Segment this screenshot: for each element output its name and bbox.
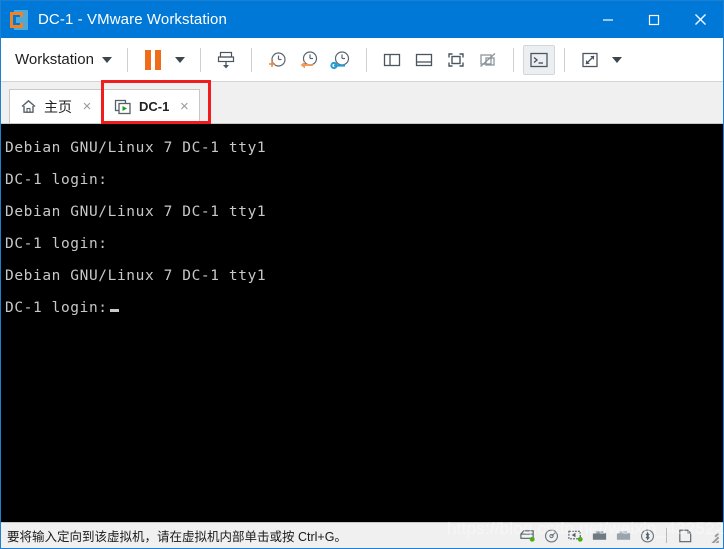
workstation-menu-label: Workstation [15,51,94,68]
toolbar-divider [563,47,565,72]
toolbar-divider [126,47,128,72]
tab-dc1-close-button[interactable]: × [177,99,191,114]
cd-dvd-icon[interactable] [543,528,560,544]
snapshot-new-button[interactable] [261,45,293,75]
fullscreen-icon [448,52,464,67]
terminal-cursor [109,309,119,312]
home-icon [21,99,36,113]
side-panel-icon [383,53,401,66]
stretch-guest-button[interactable] [574,45,606,75]
toolbar-divider [250,47,252,72]
console-line: Debian GNU/Linux 7 DC-1 tty1 [5,268,267,284]
stretch-dropdown-button[interactable] [606,45,628,75]
toolbar-divider [512,47,514,72]
chevron-down-icon [611,56,622,63]
bluetooth-icon[interactable] [639,528,656,544]
tab-dc1[interactable]: DC-1 × [103,89,201,123]
toolbar-divider [199,47,201,72]
sound-card-icon[interactable] [615,528,632,544]
console-prompt-text: DC-1 login: [5,300,108,316]
enter-fullscreen-button[interactable] [440,45,472,75]
window-controls [585,1,723,38]
unity-mode-button[interactable] [472,45,504,75]
title-bar: DC-1 - VMware Workstation [1,1,723,38]
console-view-button[interactable] [522,44,555,75]
tab-bar: 主页 × DC-1 × [1,82,723,124]
vm-console-screen[interactable]: Debian GNU/Linux 7 DC-1 tty1 DC-1 login:… [1,124,723,522]
usb-device-icon[interactable] [591,528,608,544]
pause-vm-button[interactable] [137,45,169,75]
chevron-down-icon [174,56,185,63]
pause-icon [144,49,161,70]
chevron-down-icon [101,56,112,63]
show-thumbnail-bar-button[interactable] [408,45,440,75]
bottom-panel-icon [415,53,433,66]
snapshot-revert-clock-icon [300,50,318,68]
console-prompt-line: DC-1 login: [5,292,723,324]
status-message: 要将输入定向到该虚拟机，请在虚拟机内部单击或按 Ctrl+G。 [7,530,347,544]
workstation-menu-button[interactable]: Workstation [11,47,118,72]
tab-home-close-button[interactable]: × [80,99,94,114]
tab-home-label: 主页 [44,98,72,115]
console-prompt-icon [530,52,548,67]
revert-snapshot-button[interactable] [293,45,325,75]
status-bar: 要将输入定向到该虚拟机，请在虚拟机内部单击或按 Ctrl+G。 [1,522,723,548]
show-library-button[interactable] [376,45,408,75]
resize-grip-icon[interactable] [705,529,719,543]
console-line: DC-1 login: [5,236,108,252]
snapshot-manager-clock-wrench-icon [330,50,350,69]
minimize-button[interactable] [585,1,631,38]
console-line: DC-1 login: [5,172,108,188]
window-title: DC-1 - VMware Workstation [38,11,227,28]
tab-home[interactable]: 主页 × [9,89,103,123]
console-line: Debian GNU/Linux 7 DC-1 tty1 [5,140,267,156]
status-divider [666,528,667,543]
take-snapshot-icon [217,51,235,68]
maximize-button[interactable] [631,1,677,38]
printer-icon[interactable] [677,528,694,544]
vmware-workstation-window: DC-1 - VMware Workstation Workstation 主页… [0,0,724,549]
take-snapshot-button[interactable] [210,45,242,75]
network-adapter-icon[interactable] [567,528,584,544]
power-dropdown-button[interactable] [169,45,191,75]
snapshot-add-clock-icon [268,51,286,67]
vmware-logo-icon [10,9,28,30]
main-toolbar: Workstation [1,38,723,82]
hard-disk-icon[interactable] [519,528,536,544]
expand-arrows-icon [582,52,598,67]
toolbar-divider [365,47,367,72]
close-button[interactable] [677,1,723,38]
status-device-icons [519,528,719,544]
console-line: Debian GNU/Linux 7 DC-1 tty1 [5,204,267,220]
unity-disabled-icon [479,52,496,67]
tab-dc1-label: DC-1 [139,99,170,114]
snapshot-manager-button[interactable] [325,45,357,75]
virtual-machine-running-icon [114,99,131,114]
